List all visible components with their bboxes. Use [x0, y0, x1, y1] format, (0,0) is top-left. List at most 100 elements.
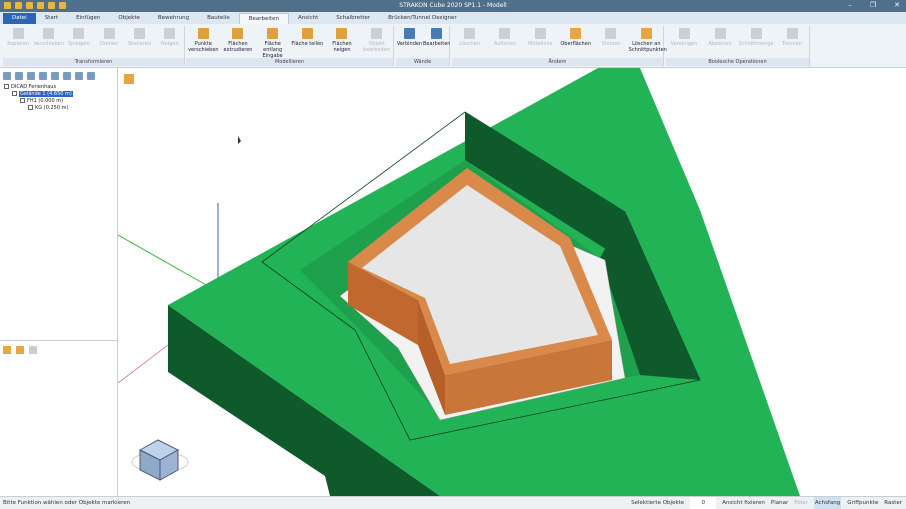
ribbon-button[interactable]: Objekt bearbeiten	[359, 26, 394, 53]
tree-node-label: DICAD Ferienhaus	[11, 84, 57, 90]
ribbon-button[interactable]: Löschen an Schnittpunkten	[629, 26, 667, 53]
ribbon-button-label: Oberflächen	[560, 41, 591, 47]
ribbon-button[interactable]: Abziehen	[702, 26, 738, 47]
layers-icon[interactable]	[87, 72, 95, 80]
ribbon-button[interactable]: Fläche teilen	[290, 26, 325, 47]
y-axis-line	[117, 234, 216, 291]
ribbon-button-label: Vereinigen	[670, 41, 698, 47]
ribbon-button[interactable]: Schnittmenge	[738, 26, 774, 47]
ribbon-button[interactable]: Stutzen	[593, 26, 628, 47]
ribbon-button[interactable]: Oberflächen	[558, 26, 593, 47]
house-down-icon[interactable]	[39, 72, 47, 80]
ribbon-button-icon	[197, 28, 209, 39]
ribbon-button[interactable]: Bearbeiten	[423, 26, 450, 47]
tab-bauteile[interactable]: Bauteile	[198, 13, 239, 24]
ribbon-button[interactable]: Punkte verschieben	[186, 26, 221, 53]
tab-brücken-tunnel-designer[interactable]: Brücken/Tunnel Designer	[379, 13, 466, 24]
ribbon-button-label: Verschieben	[33, 41, 64, 47]
add-new-icon[interactable]	[16, 346, 24, 354]
status-bar: Bitte Funktion wählen oder Objekte marki…	[0, 496, 906, 509]
ribbon-button-label: Kopieren	[7, 41, 30, 47]
ribbon-button-label: Löschen	[459, 41, 480, 47]
minimize-button[interactable]: –	[848, 1, 852, 9]
checkbox[interactable]	[20, 98, 25, 103]
ribbon-button[interactable]: Mittellinie	[523, 26, 558, 47]
checkbox[interactable]	[4, 84, 9, 89]
ribbon-button[interactable]: Skalieren	[124, 26, 154, 47]
ribbon-button[interactable]: Trennen	[774, 26, 810, 47]
tab-einfügen[interactable]: Einfügen	[67, 13, 109, 24]
model-view[interactable]	[117, 68, 906, 496]
ribbon-button-icon	[301, 28, 313, 39]
settings-icon[interactable]	[75, 72, 83, 80]
tree-node[interactable]: Gelände 1 (4.650 m)	[0, 91, 117, 98]
house-icon[interactable]	[27, 72, 35, 80]
ribbon-button-label: Drehen	[100, 41, 119, 47]
house-up-icon[interactable]	[15, 72, 23, 80]
tree-node[interactable]: DICAD Ferienhaus	[0, 84, 117, 91]
status-message: Bitte Funktion wählen oder Objekte marki…	[3, 500, 131, 506]
ribbon-button-icon	[570, 28, 582, 39]
brush-icon[interactable]	[51, 72, 59, 80]
tab-bearbeiten[interactable]: Bearbeiten	[238, 13, 289, 24]
add-icon[interactable]	[3, 346, 11, 354]
ribbon-button-icon	[499, 28, 511, 39]
ribbon-button[interactable]: Spiegeln	[64, 26, 94, 47]
ribbon-button-icon	[534, 28, 546, 39]
checkbox[interactable]	[28, 105, 33, 110]
ribbon-button-icon	[164, 28, 176, 39]
3d-viewport[interactable]	[117, 68, 906, 496]
ribbon-button[interactable]: Verschieben	[33, 26, 64, 47]
ribbon-button[interactable]: Fläche entlang Eingabe	[255, 26, 290, 59]
ribbon-group-label: Boolesche Operationen	[666, 58, 809, 66]
ribbon-button-label: Schnittmenge	[738, 41, 774, 47]
delete-icon[interactable]	[63, 72, 71, 80]
tab-datei[interactable]: Datei	[3, 13, 36, 24]
ribbon-button[interactable]: Verbinden	[396, 26, 423, 47]
ribbon-button-label: Bearbeiten	[423, 41, 451, 47]
ribbon-button[interactable]: Kopieren	[3, 26, 33, 47]
ribbon-button-icon	[267, 28, 279, 39]
tree-node[interactable]: KG (0.250 m)	[0, 105, 117, 112]
ribbon-button-icon	[640, 28, 652, 39]
ribbon-group-label: Wände	[396, 58, 449, 66]
ribbon-button[interactable]: Aufteilen	[487, 26, 522, 47]
ribbon-button[interactable]: Flächen neigen	[325, 26, 360, 53]
status-toggle[interactable]: Ansicht fixieren	[722, 497, 765, 509]
ribbon-button[interactable]: Neigen	[155, 26, 185, 47]
tab-bewehrung[interactable]: Bewehrung	[149, 13, 198, 24]
ribbon-button-label: Fläche entlang Eingabe	[262, 41, 283, 59]
status-toggle[interactable]: Planar	[771, 497, 788, 509]
ribbon-button-label: Objekt bearbeiten	[363, 41, 391, 53]
ribbon-button[interactable]: Löschen	[452, 26, 487, 47]
tab-ansicht[interactable]: Ansicht	[289, 13, 327, 24]
status-toggle[interactable]: Raster	[884, 497, 902, 509]
tool-icon[interactable]	[3, 72, 11, 80]
ribbon-button-icon	[750, 28, 762, 39]
tree-node[interactable]: FH1 (0.000 m)	[0, 98, 117, 105]
close-button[interactable]: ✕	[894, 1, 900, 9]
tab-objekte[interactable]: Objekte	[109, 13, 148, 24]
status-toggle[interactable]: Achsfang	[813, 497, 842, 509]
ribbon-tabs: Datei Start Einfügen Objekte Bewehrung Bautei…	[0, 12, 906, 24]
ribbon-group-3: Löschen Aufteilen Mittellinie Oberflächen St…	[452, 26, 667, 66]
ribbon: Kopieren Verschieben Spiegeln Drehen Skalier…	[0, 24, 906, 68]
ribbon-button[interactable]: Drehen	[94, 26, 124, 47]
tab-start[interactable]: Start	[36, 13, 67, 24]
panel-splitter[interactable]	[0, 340, 118, 341]
tree-toolbar	[0, 68, 117, 84]
status-toggle[interactable]: Polar	[794, 497, 808, 509]
status-toggle[interactable]: Griffpunkte	[847, 497, 878, 509]
ribbon-group-2: Verbinden Bearbeiten Wände	[396, 26, 450, 66]
ribbon-button[interactable]: Flächen extrudieren	[221, 26, 256, 53]
view-cube[interactable]	[131, 439, 189, 481]
view-settings-icon[interactable]	[124, 74, 134, 84]
ribbon-group-label: Ändern	[452, 58, 663, 66]
tree-node-label: Gelände 1 (4.650 m)	[19, 91, 73, 97]
maximize-button[interactable]: ❐	[870, 1, 876, 9]
ribbon-button[interactable]: Vereinigen	[666, 26, 702, 47]
checkbox[interactable]	[12, 91, 17, 96]
tab-schalbretter[interactable]: Schalbretter	[327, 13, 379, 24]
x-axis-line	[117, 344, 169, 384]
delete-icon[interactable]	[29, 346, 37, 354]
